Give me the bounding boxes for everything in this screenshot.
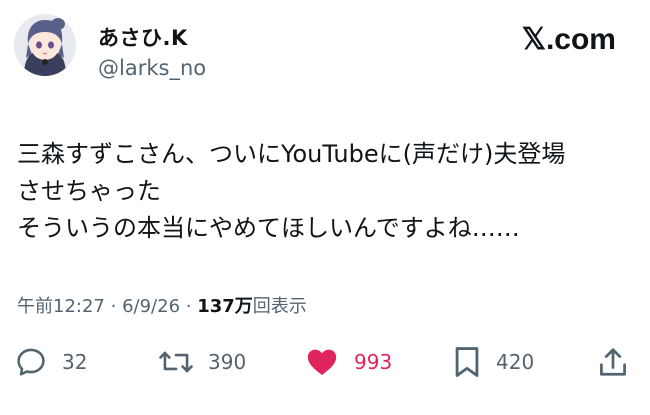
views-count: 137万 xyxy=(197,296,253,317)
share-icon xyxy=(600,348,626,376)
share-button[interactable] xyxy=(598,342,628,382)
bookmark-count: 420 xyxy=(496,350,535,374)
meta-separator: · xyxy=(110,296,117,317)
display-name[interactable]: あさひ.K xyxy=(98,22,188,52)
tweet-meta: 午前12:27 · 6/9/26 · 137万回表示 xyxy=(17,292,307,318)
meta-separator: · xyxy=(185,296,192,317)
reply-button[interactable]: 32 xyxy=(14,342,87,382)
tweet-time[interactable]: 午前12:27 xyxy=(17,296,105,317)
avatar[interactable] xyxy=(14,14,76,76)
tweet-line: 三森すずこさん、ついにYouTubeに(声だけ)夫登場 xyxy=(17,140,566,168)
retweet-count: 390 xyxy=(208,350,247,374)
bookmark-button[interactable]: 420 xyxy=(452,342,534,382)
tweet-line: させちゃった xyxy=(17,177,161,205)
like-button[interactable]: 993 xyxy=(304,342,392,382)
tweet-date[interactable]: 6/9/26 xyxy=(122,296,180,317)
anime-avatar-icon xyxy=(14,14,76,76)
retweet-icon xyxy=(159,351,193,373)
reply-icon xyxy=(17,348,45,376)
handle[interactable]: @larks_no xyxy=(98,56,206,80)
like-count: 993 xyxy=(354,350,393,374)
action-bar: 32 390 993 420 xyxy=(0,342,650,382)
brand-logo: 𝕏.com xyxy=(521,23,616,56)
bookmark-icon xyxy=(455,347,479,377)
retweet-button[interactable]: 390 xyxy=(158,342,246,382)
views-label: 回表示 xyxy=(252,296,307,317)
tweet-line: そういうの本当にやめてほしいんですよね…… xyxy=(17,214,520,242)
heart-icon xyxy=(307,349,337,376)
reply-count: 32 xyxy=(62,350,88,374)
tweet-text: 三森すずこさん、ついにYouTubeに(声だけ)夫登場 させちゃった そういうの… xyxy=(17,136,637,247)
